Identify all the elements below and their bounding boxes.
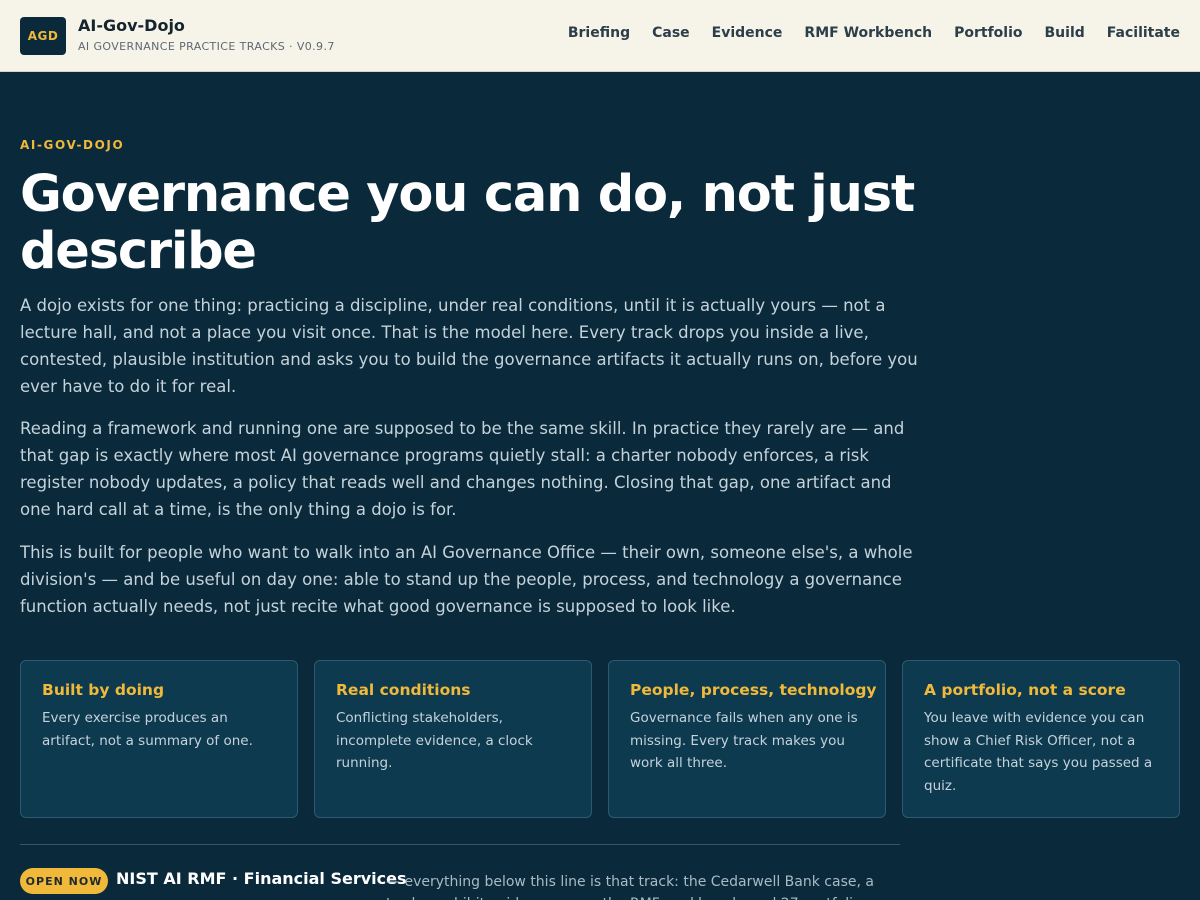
brand-name[interactable]: AI-Gov-Dojo [78,16,185,35]
brand-subtitle: AI GOVERNANCE PRACTICE TRACKS · V0.9.7 [78,40,335,53]
feature-card-people-process-technology: People, process, technology Governance f… [608,660,886,818]
nav-portfolio[interactable]: Portfolio [954,25,1022,41]
intro-paragraph-2: Reading a framework and running one are … [20,419,905,519]
top-nav-bar: AGD AI-Gov-Dojo AI GOVERNANCE PRACTICE T… [0,0,1200,72]
nav-build[interactable]: Build [1045,25,1085,41]
hero-eyebrow: AI-GOV-DOJO [20,138,125,152]
feature-card-built-by-doing: Built by doing Every exercise produces a… [20,660,298,818]
feature-card-body: Conflicting stakeholders, incomplete evi… [336,710,533,771]
nav-facilitate[interactable]: Facilitate [1107,25,1180,41]
feature-card-real-conditions: Real conditions Conflicting stakeholders… [314,660,592,818]
feature-card-body: You leave with evidence you can show a C… [924,710,1153,794]
intro-paragraph-3: This is built for people who want to wal… [20,543,913,616]
brand-logo[interactable]: AGD [20,17,66,55]
feature-card-title: People, process, technology [630,681,877,699]
track-description: — everything below this line is that tra… [386,874,874,900]
feature-card-title: Built by doing [42,681,165,699]
nav-evidence[interactable]: Evidence [712,25,783,41]
nav-rmf-workbench[interactable]: RMF Workbench [804,25,932,41]
feature-card-body: Governance fails when any one is missing… [630,710,858,771]
feature-card-title: Real conditions [336,681,471,699]
intro-paragraph-1: A dojo exists for one thing: practicing … [20,296,918,396]
feature-card-body: Every exercise produces an artifact, not… [42,710,253,749]
hero-headline: Governance you can do, not just describe [20,165,915,281]
open-now-badge: OPEN NOW [20,868,108,894]
feature-card-title: A portfolio, not a score [924,681,1126,699]
section-divider [20,844,900,845]
nav-case[interactable]: Case [652,25,690,41]
feature-card-portfolio: A portfolio, not a score You leave with … [902,660,1180,818]
nav-briefing[interactable]: Briefing [568,25,630,41]
main-nav: Briefing Case Evidence RMF Workbench Por… [568,25,1180,41]
track-title[interactable]: NIST AI RMF · Financial Services [116,869,407,888]
